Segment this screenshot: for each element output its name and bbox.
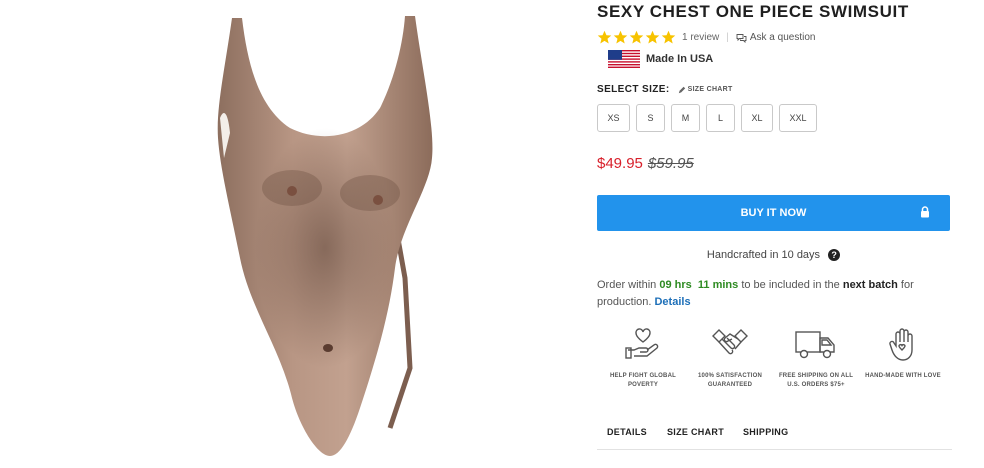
feature-label: FREE SHIPPING ON ALL U.S. ORDERS $75+ [778,373,854,388]
review-count-link[interactable]: 1 review [682,32,719,43]
size-option-xs[interactable]: XS [597,104,630,132]
divider: | [726,32,729,43]
feature-free-shipping: FREE SHIPPING ON ALL U.S. ORDERS $75+ [770,326,862,390]
star-icon [629,30,644,44]
order-countdown: Order within 09 hrs 11 mins to be includ… [597,277,952,311]
countdown-mins: 11 mins [697,279,739,291]
feature-satisfaction: 100% SATISFACTION GUARANTEED [684,326,776,390]
handcrafted-notice: Handcrafted in 10 days ? [597,249,950,261]
heart-hand-icon [625,328,659,359]
chat-bubble-icon [736,33,747,43]
product-image [217,16,433,456]
product-tabs: DETAILS SIZE CHART SHIPPING [597,416,952,450]
raised-hand-icon [889,328,913,361]
size-option-l[interactable]: L [706,104,735,132]
help-icon[interactable]: ? [828,249,841,261]
star-icon [661,30,676,44]
size-options: XS S M L XL XXL [597,104,817,132]
size-option-xxl[interactable]: XXL [779,104,817,132]
feature-label: HELP FIGHT GLOBAL POVERTY [610,373,676,388]
truck-icon [795,331,835,359]
tab-details[interactable]: DETAILS [607,427,647,437]
next-batch-text: next batch [842,279,898,291]
feature-help-poverty: HELP FIGHT GLOBAL POVERTY [597,326,689,390]
star-icon [645,30,660,44]
buy-it-now-button[interactable]: BUY IT NOW [597,195,950,231]
compare-at-price: $59.95 [647,155,694,172]
size-chart-label: SIZE CHART [687,86,733,93]
rating-row: 1 review | Ask a question [597,30,815,45]
feature-handmade: HAND-MADE WITH LOVE [857,326,949,381]
details-link[interactable]: Details [654,296,690,308]
size-option-m[interactable]: M [671,104,700,132]
star-rating[interactable] [597,30,676,45]
select-size-label: SELECT SIZE: [597,84,670,95]
feature-label: 100% SATISFACTION GUARANTEED [698,373,762,388]
tab-size-chart[interactable]: SIZE CHART [667,427,724,437]
feature-badges: HELP FIGHT GLOBAL POVERTY 100% SATISFACTI… [597,326,952,396]
us-flag-icon [608,50,640,68]
handcrafted-label: Handcrafted in 10 days [706,249,821,261]
size-chart-link[interactable]: SIZE CHART [678,86,733,94]
ask-question-label: Ask a question [749,32,816,43]
ask-question-link[interactable]: Ask a question [736,32,816,43]
countdown-hours: 09 hrs [659,279,692,291]
made-in-usa: Made In USA [608,50,713,68]
lock-icon [921,206,929,218]
size-option-xl[interactable]: XL [741,104,773,132]
price-row: $49.95 $59.95 [597,155,694,172]
star-icon [613,30,628,44]
pencil-icon [678,86,685,93]
star-icon [597,30,612,44]
product-title: SEXY CHEST ONE PIECE SWIMSUIT [597,2,909,21]
size-option-s[interactable]: S [636,104,665,132]
buy-it-now-label: BUY IT NOW [740,207,807,219]
size-selector-header: SELECT SIZE: SIZE CHART [597,84,733,95]
sale-price: $49.95 [597,155,643,172]
handshake-icon [712,329,748,355]
tab-shipping[interactable]: SHIPPING [743,427,788,437]
made-in-label: Made In USA [646,53,714,65]
order-middle: to be included in the [738,279,843,291]
feature-label: HAND-MADE WITH LOVE [865,373,941,379]
order-prefix: Order within [597,279,660,291]
